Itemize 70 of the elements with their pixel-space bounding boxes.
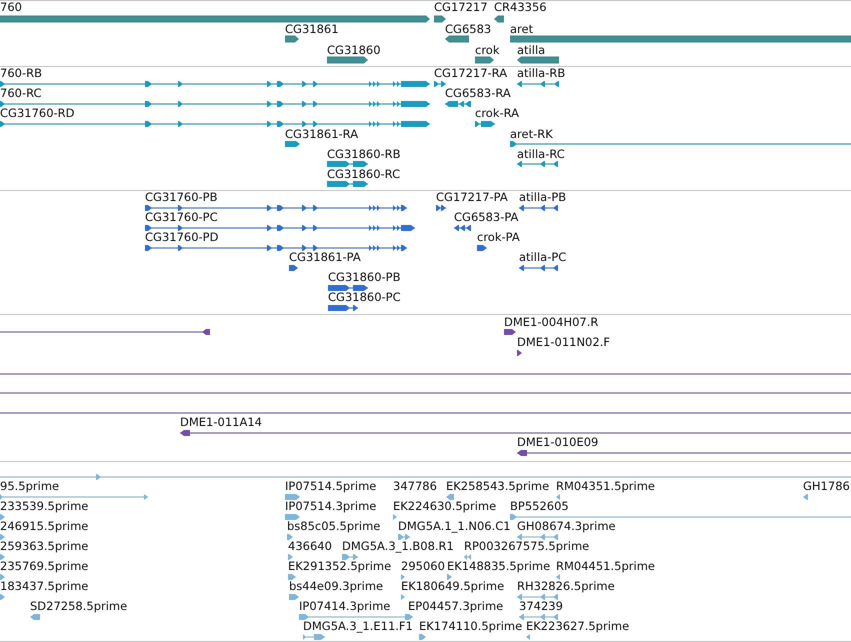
feature-label: 233539.5prime bbox=[0, 500, 88, 513]
feature-label: CG31760-RD bbox=[0, 107, 75, 120]
feature-label: EK258543.5prime bbox=[446, 480, 550, 493]
feature-label: CG6583 bbox=[445, 23, 492, 36]
feature-label: IP07514.3prime bbox=[285, 500, 376, 513]
feature-label: CG31760-PC bbox=[145, 211, 218, 224]
feature-label: RM04451.5prime bbox=[556, 560, 655, 573]
feature-label: DME1-004H07.R bbox=[504, 316, 598, 329]
feature-label: CG31860-PC bbox=[328, 291, 401, 304]
feature-label: 246915.5prime bbox=[0, 520, 88, 533]
feature-label: bs85c05.5prime bbox=[287, 520, 380, 533]
feature-label: CG6583-RA bbox=[445, 87, 511, 100]
feature-label: 374239 bbox=[519, 600, 563, 613]
feature-label: 95.5prime bbox=[0, 480, 60, 493]
feature-label: EK224630.5prime bbox=[393, 500, 496, 513]
feature-label: aret-RK bbox=[510, 128, 553, 141]
feature-label: 235769.5prime bbox=[0, 560, 88, 573]
feature-label: RM04351.5prime bbox=[556, 480, 655, 493]
feature-label: 295060 bbox=[401, 560, 445, 573]
feature-label: GH08674.3prime bbox=[517, 520, 616, 533]
feature-label: EK148835.5prime bbox=[447, 560, 550, 573]
feature-label: DME1-011A14 bbox=[180, 416, 262, 429]
feature-label: CG31860 bbox=[327, 44, 381, 57]
feature-label: 760-RB bbox=[0, 67, 42, 80]
feature-label: CG31861 bbox=[285, 23, 339, 36]
feature-label: IP07514.5prime bbox=[285, 480, 376, 493]
feature-label: DMG5A.1_1.N06.C1 bbox=[398, 520, 511, 533]
feature-label: DMG5A.3_1.B08.R1 bbox=[342, 540, 454, 553]
feature-label: EK174110.5prime bbox=[419, 620, 522, 633]
feature-label: 760-RC bbox=[0, 87, 42, 100]
feature-label: SD27258.5prime bbox=[30, 600, 128, 613]
feature-label: 259363.5prime bbox=[0, 540, 88, 553]
feature-label: atilla-PB bbox=[519, 191, 566, 204]
feature-label: CG6583-PA bbox=[454, 211, 518, 224]
feature-label: atilla-RB bbox=[517, 67, 566, 80]
feature-label: CG31861-PA bbox=[289, 251, 361, 264]
feature-label: CG17217-PA bbox=[436, 191, 508, 204]
feature-label: crok bbox=[475, 44, 500, 57]
feature-label: CG31860-PB bbox=[328, 271, 400, 284]
feature-label: EK180649.5prime bbox=[401, 580, 504, 593]
feature-label: IP07414.3prime bbox=[299, 600, 390, 613]
feature-label: 436640 bbox=[288, 540, 332, 553]
feature-label: 183437.5prime bbox=[0, 580, 88, 593]
feature-label: DME1-011N02.F bbox=[517, 336, 610, 349]
feature-label: CG31760-PB bbox=[145, 191, 218, 204]
feature-label: CG31860-RC bbox=[327, 168, 400, 181]
feature-label: BP552605 bbox=[510, 500, 569, 513]
feature-label: CG17217 bbox=[434, 1, 488, 14]
feature-label: EK291352.5prime bbox=[288, 560, 392, 573]
feature-label: EK223627.5prime bbox=[526, 620, 630, 633]
feature-label: DMG5A.3_1.E11.F1 bbox=[303, 620, 413, 633]
feature-label: CG31860-RB bbox=[327, 148, 401, 161]
feature-label: atilla-RC bbox=[517, 148, 565, 161]
feature-label: 760 bbox=[0, 1, 22, 14]
feature-label: EP04457.3prime bbox=[408, 600, 504, 613]
feature-label: RP003267575.5prime bbox=[464, 540, 590, 553]
feature-label: crok-PA bbox=[477, 231, 520, 244]
feature-label: bs44e09.3prime bbox=[289, 580, 384, 593]
feature-label: DME1-010E09 bbox=[517, 436, 598, 449]
feature-label: aret bbox=[510, 23, 534, 36]
feature-label: CR43356 bbox=[494, 1, 547, 14]
feature-label: CG31861-RA bbox=[285, 128, 358, 141]
feature-label: RH32826.5prime bbox=[517, 580, 615, 593]
feature-label: atilla-PC bbox=[519, 251, 566, 264]
feature-label: crok-RA bbox=[475, 107, 520, 120]
feature-label: CG31760-PD bbox=[145, 231, 218, 244]
feature-label: CG17217-RA bbox=[434, 67, 508, 80]
feature-label: GH1786 bbox=[803, 480, 850, 493]
feature-label: 347786 bbox=[393, 480, 437, 493]
feature-label: atilla bbox=[517, 44, 546, 57]
